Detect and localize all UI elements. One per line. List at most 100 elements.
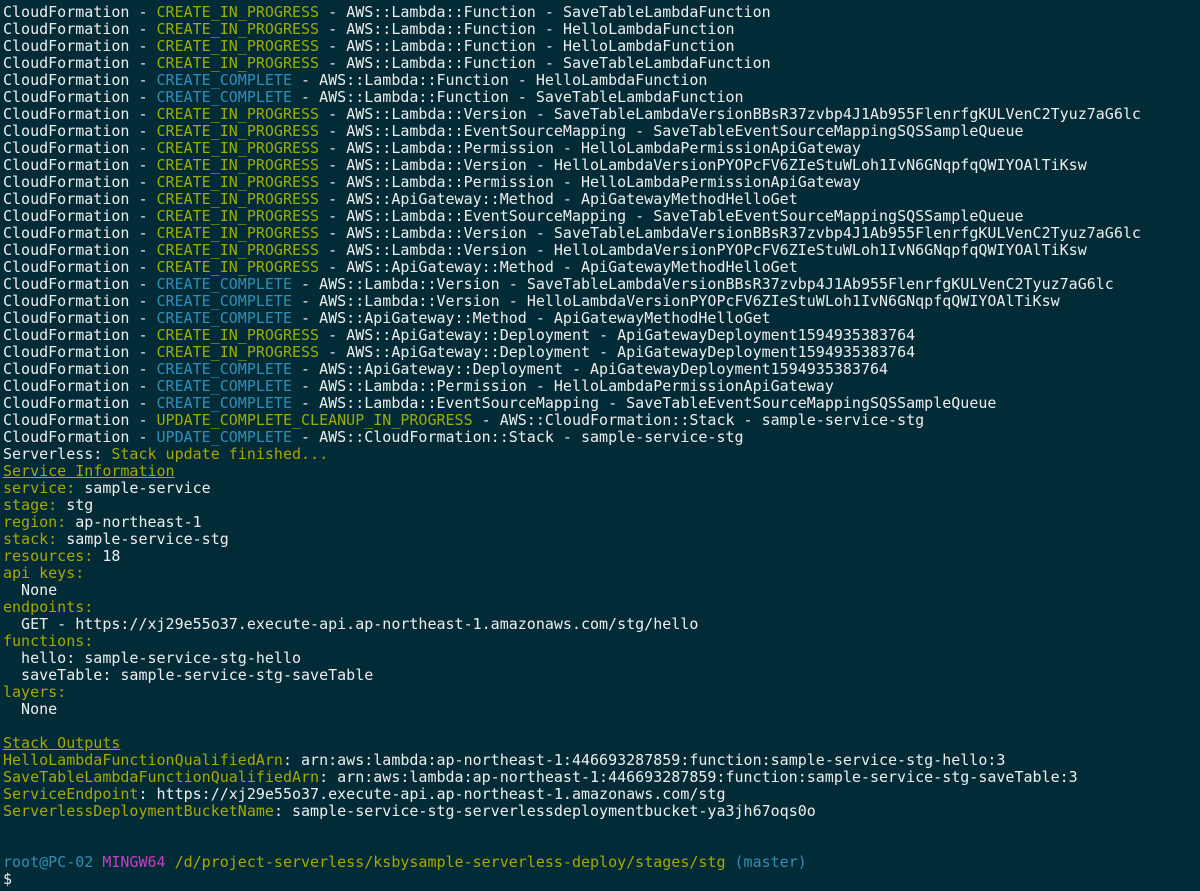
log-resource-name: ApiGatewayDeployment1594935383764: [617, 344, 916, 361]
log-source: CloudFormation: [3, 174, 130, 191]
log-separator: -: [129, 191, 157, 208]
region-value: ap-northeast-1: [66, 514, 202, 531]
log-separator: -: [526, 242, 554, 259]
log-resource-type: AWS::ApiGateway::Method: [346, 191, 554, 208]
stack-outputs-heading: Stack Outputs: [3, 735, 121, 752]
log-resource-type: AWS::Lambda::Function: [346, 21, 536, 38]
log-separator: -: [562, 361, 591, 378]
log-resource-name: SaveTableLambdaVersionBBsR37zvbp4J1Ab955…: [553, 106, 1141, 123]
endpoint-value: GET - https://xj29e55o37.execute-api.ap-…: [3, 616, 699, 633]
log-status: CREATE_IN_PROGRESS: [156, 123, 320, 140]
log-separator: -: [129, 378, 157, 395]
log-source: CloudFormation: [3, 89, 130, 106]
log-resource-name: ApiGatewayDeployment1594935383764: [617, 327, 916, 344]
log-separator: -: [734, 412, 762, 429]
log-separator: -: [319, 225, 347, 242]
log-resource-type: AWS::ApiGateway::Deployment: [346, 344, 591, 361]
layers-value: None: [3, 701, 58, 718]
command-input-line[interactable]: $: [3, 871, 1200, 888]
log-status: CREATE_COMPLETE: [156, 395, 292, 412]
log-separator: -: [129, 429, 157, 446]
endpoints-key: endpoints:: [3, 599, 94, 616]
cloudformation-log-line: CloudFormation - CREATE_IN_PROGRESS - AW…: [3, 242, 1200, 259]
cloudformation-log-line: CloudFormation - CREATE_IN_PROGRESS - AW…: [3, 55, 1200, 72]
log-resource-type: AWS::Lambda::Function: [346, 38, 536, 55]
layers-key: layers:: [3, 684, 67, 701]
log-resource-type: AWS::Lambda::Version: [319, 293, 500, 310]
log-resource-type: AWS::Lambda::Version: [346, 242, 527, 259]
log-status: UPDATE_COMPLETE: [156, 429, 292, 446]
log-separator: -: [553, 429, 581, 446]
cloudformation-log-line: CloudFormation - CREATE_IN_PROGRESS - AW…: [3, 174, 1200, 191]
log-separator: -: [129, 140, 157, 157]
terminal-window[interactable]: CloudFormation - CREATE_IN_PROGRESS - AW…: [0, 0, 1200, 891]
cloudformation-log-line: CloudFormation - CREATE_IN_PROGRESS - AW…: [3, 4, 1200, 21]
cloudformation-log-line: CloudFormation - CREATE_IN_PROGRESS - AW…: [3, 225, 1200, 242]
log-separator: -: [526, 310, 554, 327]
function-hello: hello: sample-service-stg-hello: [3, 650, 302, 667]
log-separator: -: [319, 327, 347, 344]
log-resource-name: SaveTableLambdaVersionBBsR37zvbp4J1Ab955…: [526, 276, 1114, 293]
log-source: CloudFormation: [3, 123, 130, 140]
log-source: CloudFormation: [3, 429, 130, 446]
log-source: CloudFormation: [3, 106, 130, 123]
cloudformation-log-line: CloudFormation - CREATE_IN_PROGRESS - AW…: [3, 259, 1200, 276]
serverless-message: Stack update finished...: [111, 446, 329, 463]
log-resource-type: AWS::ApiGateway::Deployment: [319, 361, 563, 378]
log-resource-name: HelloLambdaVersionPYOPcFV6ZIeStuWLoh1IvN…: [553, 157, 1087, 174]
stack-row: stack: sample-service-stg: [3, 531, 1200, 548]
prompt-path: /d/project-serverless/ksbysample-serverl…: [174, 854, 726, 871]
log-resource-type: AWS::Lambda::Permission: [319, 378, 527, 395]
stack-output-row: HelloLambdaFunctionQualifiedArn: arn:aws…: [3, 752, 1200, 769]
log-status: CREATE_COMPLETE: [156, 378, 292, 395]
resources-key: resources:: [3, 548, 94, 565]
log-separator: -: [129, 89, 157, 106]
stack-output-key: HelloLambdaFunctionQualifiedArn: [3, 752, 283, 769]
log-source: CloudFormation: [3, 4, 130, 21]
cloudformation-log-line: CloudFormation - CREATE_COMPLETE - AWS::…: [3, 72, 1200, 89]
log-resource-name: sample-service-stg: [581, 429, 744, 446]
log-separator: -: [129, 259, 157, 276]
log-separator: -: [590, 327, 618, 344]
functions-key: functions:: [3, 633, 94, 650]
log-resource-type: AWS::CloudFormation::Stack: [319, 429, 554, 446]
log-separator: -: [319, 123, 347, 140]
log-separator: -: [553, 174, 581, 191]
log-separator: -: [292, 72, 320, 89]
log-resource-type: AWS::Lambda::Function: [346, 55, 536, 72]
log-resource-type: AWS::Lambda::Permission: [346, 140, 554, 157]
stack-output-row: ServiceEndpoint: https://xj29e55o37.exec…: [3, 786, 1200, 803]
log-status: CREATE_IN_PROGRESS: [156, 259, 320, 276]
log-separator: -: [526, 225, 554, 242]
prompt-branch: (master): [734, 854, 807, 871]
cloudformation-log-line: CloudFormation - CREATE_IN_PROGRESS - AW…: [3, 208, 1200, 225]
log-source: CloudFormation: [3, 242, 130, 259]
log-separator: -: [292, 293, 320, 310]
log-separator: -: [129, 55, 157, 72]
cloudformation-log: CloudFormation - CREATE_IN_PROGRESS - AW…: [3, 4, 1200, 446]
log-separator: -: [319, 344, 347, 361]
log-resource-name: SaveTableEventSourceMappingSQSSampleQueu…: [653, 123, 1024, 140]
log-separator: -: [499, 276, 527, 293]
stage-key: stage:: [3, 497, 58, 514]
cloudformation-log-line: CloudFormation - CREATE_COMPLETE - AWS::…: [3, 378, 1200, 395]
log-separator: -: [499, 293, 527, 310]
stack-value: sample-service-stg: [57, 531, 229, 548]
log-separator: -: [129, 242, 157, 259]
log-separator: -: [626, 208, 654, 225]
log-separator: -: [129, 310, 157, 327]
log-separator: -: [508, 89, 536, 106]
log-source: CloudFormation: [3, 140, 130, 157]
resources-row: resources: 18: [3, 548, 1200, 565]
log-resource-type: AWS::Lambda::Version: [346, 106, 527, 123]
serverless-prefix: Serverless:: [3, 446, 112, 463]
log-separator: -: [535, 55, 563, 72]
log-status: CREATE_IN_PROGRESS: [156, 140, 320, 157]
log-resource-name: SaveTableLambdaFunction: [562, 4, 771, 21]
cloudformation-log-line: CloudFormation - CREATE_COMPLETE - AWS::…: [3, 276, 1200, 293]
cloudformation-log-line: CloudFormation - CREATE_IN_PROGRESS - AW…: [3, 123, 1200, 140]
log-status: CREATE_IN_PROGRESS: [156, 191, 320, 208]
cloudformation-log-line: CloudFormation - CREATE_IN_PROGRESS - AW…: [3, 38, 1200, 55]
cloudformation-log-line: CloudFormation - CREATE_IN_PROGRESS - AW…: [3, 191, 1200, 208]
